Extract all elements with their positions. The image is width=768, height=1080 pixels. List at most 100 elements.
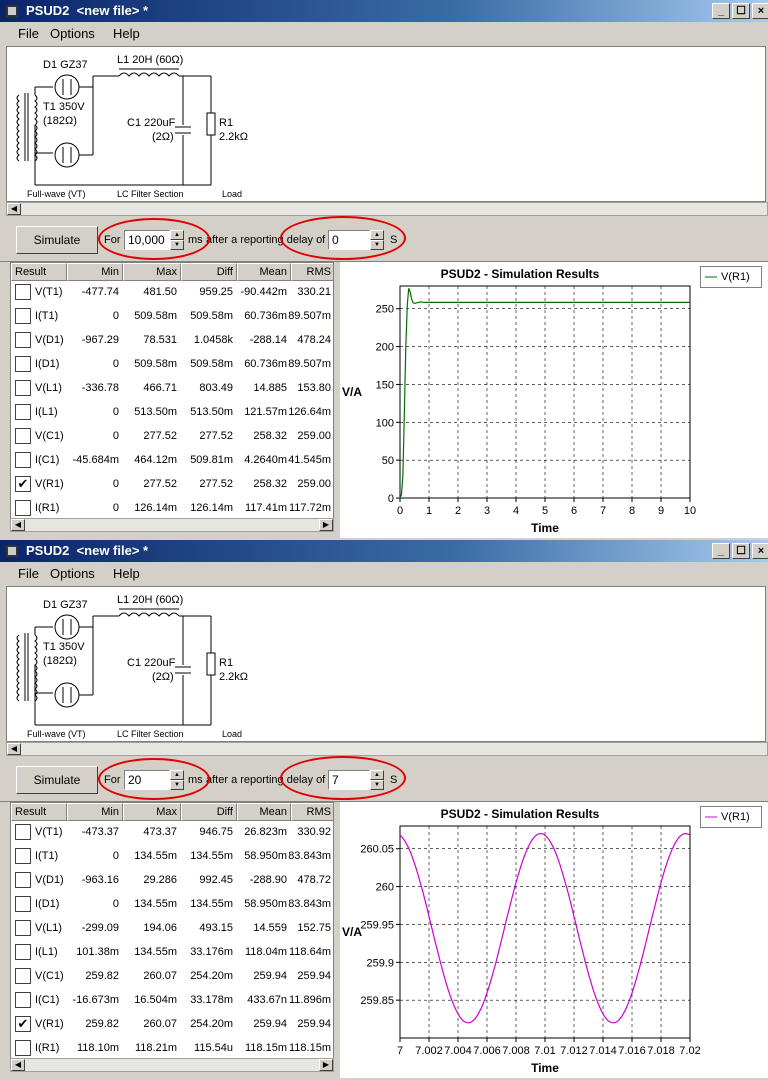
scroll-left-arrow[interactable]: ◀: [11, 1059, 25, 1071]
result-checkbox[interactable]: [15, 332, 31, 348]
table-row[interactable]: I(C1) -45.684m 464.12m 509.81m 4.2640m 41.545…: [11, 449, 333, 473]
table-row[interactable]: V(T1) -477.74 481.50 959.25 -90.442m 330.21: [11, 281, 333, 305]
result-checkbox[interactable]: [15, 896, 31, 912]
table-row[interactable]: V(D1) -963.16 29.286 992.45 -288.90 478.72: [11, 869, 333, 893]
col-rms[interactable]: RMS: [291, 263, 333, 281]
menu-options[interactable]: Options: [50, 26, 95, 41]
maximize-button[interactable]: ☐: [732, 3, 750, 19]
result-checkbox[interactable]: [15, 284, 31, 300]
scroll-right-arrow[interactable]: ▶: [319, 1059, 333, 1071]
minimize-button[interactable]: _: [712, 543, 730, 559]
menu-file[interactable]: File: [18, 566, 39, 581]
table-row[interactable]: I(L1) 101.38m 134.55m 33.176m 118.04m 118.64m: [11, 941, 333, 965]
col-mean[interactable]: Mean: [237, 803, 291, 821]
menu-help[interactable]: Help: [113, 26, 140, 41]
result-checkbox[interactable]: [15, 848, 31, 864]
result-checkbox[interactable]: [15, 1040, 31, 1056]
label-l1: L1 20H (60Ω): [117, 594, 184, 606]
label-r1-value: 2.2kΩ: [219, 131, 249, 143]
table-row[interactable]: I(C1) -16.673m 16.504m 33.178m 433.67n 11.896…: [11, 989, 333, 1013]
col-max[interactable]: Max: [123, 803, 181, 821]
table-row[interactable]: I(D1) 0 509.58m 509.58m 60.736m 89.507m: [11, 353, 333, 377]
circuit-schematic[interactable]: D1 GZ37 L1 20H (60Ω) T1 350V (182Ω) C1 2…: [6, 46, 766, 202]
scroll-left-arrow[interactable]: ◀: [7, 203, 21, 215]
col-diff[interactable]: Diff: [181, 803, 237, 821]
result-checkbox[interactable]: [15, 452, 31, 468]
result-checkbox[interactable]: [15, 824, 31, 840]
minimize-button[interactable]: _: [712, 3, 730, 19]
x-tick-label: 5: [542, 505, 548, 517]
section-rectifier: Full-wave (VT): [27, 729, 86, 739]
scroll-left-arrow[interactable]: ◀: [7, 743, 21, 755]
table-row[interactable]: V(D1) -967.29 78.531 1.0458k -288.14 478.24: [11, 329, 333, 353]
col-result[interactable]: Result: [11, 803, 67, 821]
label-c1: C1 220uF: [127, 657, 176, 669]
result-checkbox-checked[interactable]: ✔: [15, 1016, 31, 1032]
table-row[interactable]: V(L1) -336.78 466.71 803.49 14.885 153.80: [11, 377, 333, 401]
result-checkbox[interactable]: [15, 500, 31, 516]
col-min[interactable]: Min: [67, 803, 123, 821]
result-checkbox[interactable]: [15, 920, 31, 936]
menu-help[interactable]: Help: [113, 566, 140, 581]
circuit-schematic[interactable]: D1 GZ37 L1 20H (60Ω) T1 350V (182Ω) C1 2…: [6, 586, 766, 742]
cell-diff: 803.49: [199, 382, 233, 394]
cell-rms: 41.545m: [288, 454, 331, 466]
col-max[interactable]: Max: [123, 263, 181, 281]
cell-rms: 330.21: [297, 286, 331, 298]
result-checkbox[interactable]: [15, 404, 31, 420]
y-tick-label: 150: [376, 379, 394, 391]
col-mean[interactable]: Mean: [237, 263, 291, 281]
result-checkbox-checked[interactable]: ✔: [15, 476, 31, 492]
table-row[interactable]: V(L1) -299.09 194.06 493.15 14.559 152.75: [11, 917, 333, 941]
schematic-scrollbar[interactable]: ◀: [6, 202, 768, 216]
schematic-scrollbar[interactable]: ◀: [6, 742, 768, 756]
col-rms[interactable]: RMS: [291, 803, 333, 821]
result-checkbox[interactable]: [15, 308, 31, 324]
table-row[interactable]: I(T1) 0 134.55m 134.55m 58.950m 83.843m: [11, 845, 333, 869]
table-row[interactable]: I(R1) 118.10m 118.21m 115.54u 118.15m 118.15m: [11, 1037, 333, 1059]
result-checkbox[interactable]: [15, 968, 31, 984]
col-diff[interactable]: Diff: [181, 263, 237, 281]
legend-label: V(R1): [721, 811, 750, 823]
table-row[interactable]: I(L1) 0 513.50m 513.50m 121.57m 126.64m: [11, 401, 333, 425]
menu-file[interactable]: File: [18, 26, 39, 41]
table-row[interactable]: ✔ V(R1) 0 277.52 277.52 258.32 259.00: [11, 473, 333, 497]
table-row[interactable]: I(T1) 0 509.58m 509.58m 60.736m 89.507m: [11, 305, 333, 329]
scroll-right-arrow[interactable]: ▶: [319, 519, 333, 531]
label-c1: C1 220uF: [127, 117, 176, 129]
col-min[interactable]: Min: [67, 263, 123, 281]
result-checkbox[interactable]: [15, 356, 31, 372]
result-name: I(L1): [35, 406, 58, 418]
table-row[interactable]: I(R1) 0 126.14m 126.14m 117.41m 117.72m: [11, 497, 333, 519]
table-scrollbar[interactable]: ◀ ▶: [10, 518, 334, 532]
table-row[interactable]: ✔ V(R1) 259.82 260.07 254.20m 259.94 259.94: [11, 1013, 333, 1037]
table-row[interactable]: V(C1) 0 277.52 277.52 258.32 259.00: [11, 425, 333, 449]
table-scrollbar[interactable]: ◀ ▶: [10, 1058, 334, 1072]
table-row[interactable]: I(D1) 0 134.55m 134.55m 58.950m 83.843m: [11, 893, 333, 917]
cell-min: 118.10m: [77, 1042, 119, 1054]
result-checkbox[interactable]: [15, 944, 31, 960]
result-checkbox[interactable]: [15, 428, 31, 444]
cell-diff: 254.20m: [190, 970, 233, 982]
result-name: I(D1): [35, 898, 60, 910]
table-row[interactable]: V(T1) -473.37 473.37 946.75 26.823m 330.92: [11, 821, 333, 845]
cell-min: -477.74: [81, 286, 119, 298]
result-checkbox[interactable]: [15, 992, 31, 1008]
simulate-button[interactable]: Simulate: [16, 226, 98, 254]
table-row[interactable]: V(C1) 259.82 260.07 254.20m 259.94 259.94: [11, 965, 333, 989]
annotation-circle-delay: [280, 216, 406, 260]
scroll-left-arrow[interactable]: ◀: [11, 519, 25, 531]
col-result[interactable]: Result: [11, 263, 67, 281]
simulate-button[interactable]: Simulate: [16, 766, 98, 794]
result-checkbox[interactable]: [15, 380, 31, 396]
title-bar[interactable]: PSUD2 <new file> * _ ☐ ×: [0, 0, 768, 22]
menu-options[interactable]: Options: [50, 566, 95, 581]
result-name: V(D1): [35, 874, 64, 886]
title-bar[interactable]: PSUD2 <new file> * _ ☐ ×: [0, 540, 768, 562]
result-checkbox[interactable]: [15, 872, 31, 888]
x-tick-label: 7: [397, 1045, 403, 1057]
maximize-button[interactable]: ☐: [732, 543, 750, 559]
close-button[interactable]: ×: [752, 3, 768, 19]
x-tick-label: 3: [484, 505, 490, 517]
close-button[interactable]: ×: [752, 543, 768, 559]
